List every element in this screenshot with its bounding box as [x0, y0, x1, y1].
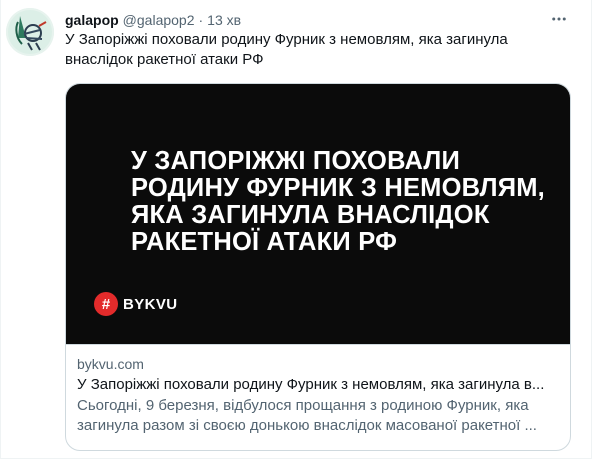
separator-dot: · [198, 12, 204, 28]
avatar[interactable] [6, 8, 54, 56]
link-card[interactable]: У ЗАПОРІЖЖІ ПОХОВАЛИ РОДИНУ ФУРНИК З НЕМ… [65, 83, 571, 451]
tweet-timestamp[interactable]: 13 хв [207, 12, 241, 28]
hashtag-icon: # [94, 292, 118, 316]
card-title: У Запоріжжі поховали родину Фурник з нем… [77, 376, 545, 393]
card-image[interactable]: У ЗАПОРІЖЖІ ПОХОВАЛИ РОДИНУ ФУРНИК З НЕМ… [66, 84, 570, 344]
tweet-text: У Запоріжжі поховали родину Фурник з нем… [65, 31, 508, 68]
card-description: Сьогодні, 9 березня, відбулося прощання … [77, 397, 537, 434]
more-horizontal-icon [552, 17, 566, 21]
card-image-headline: У ЗАПОРІЖЖІ ПОХОВАЛИ РОДИНУ ФУРНИК З НЕМ… [131, 147, 545, 256]
card-domain: bykvu.com [77, 356, 144, 372]
card-meta[interactable]: bykvu.com У Запоріжжі поховали родину Фу… [66, 344, 570, 450]
tweet[interactable]: galapop @galapop2 · 13 хв У Запоріжжі по… [0, 0, 592, 459]
avatar-image [6, 8, 54, 56]
brand-logo: # BYKVU [94, 292, 178, 316]
brand-name: BYKVU [123, 295, 178, 313]
author-handle[interactable]: @galapop2 [123, 12, 195, 28]
tweet-header: galapop @galapop2 · 13 хв [65, 10, 241, 30]
author-name[interactable]: galapop [65, 12, 119, 28]
more-options-button[interactable] [547, 7, 571, 31]
